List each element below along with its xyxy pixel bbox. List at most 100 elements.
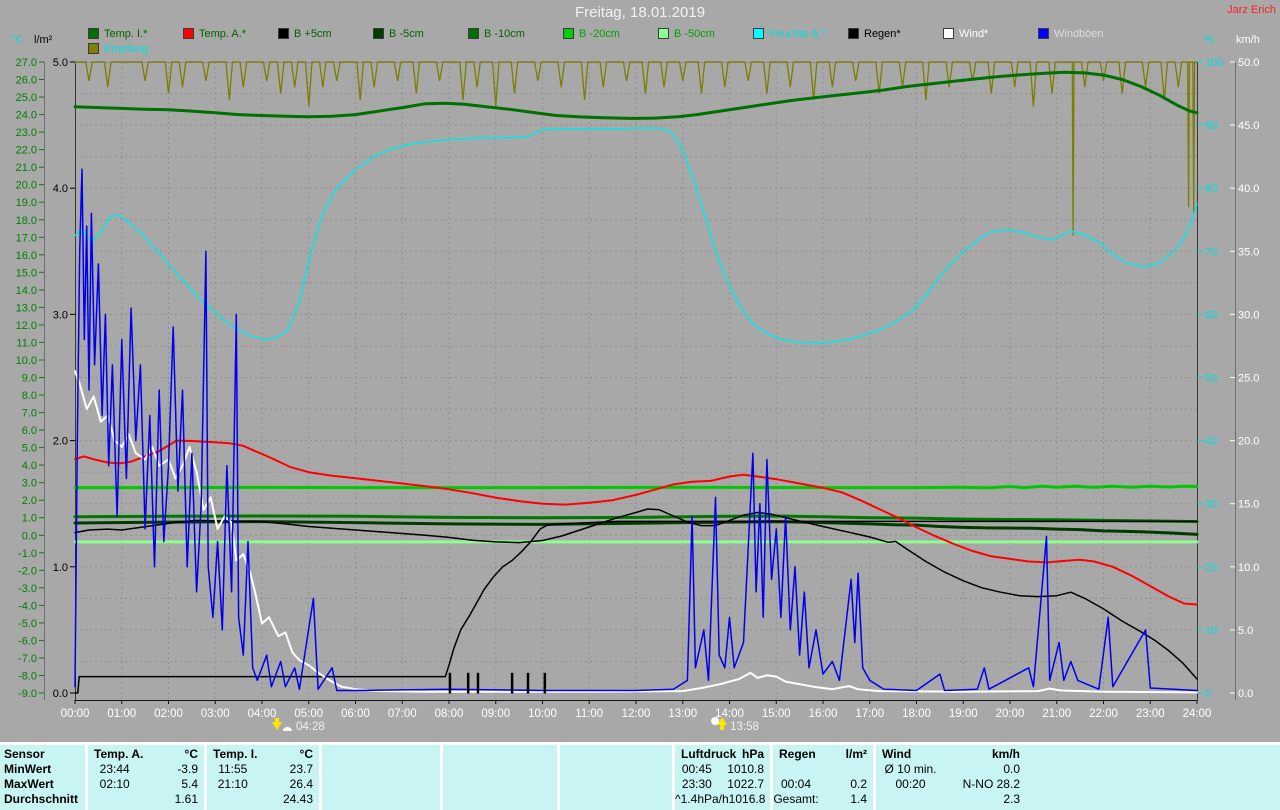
stats-value-row: Ø 10 min.0.0 — [876, 762, 1026, 777]
stats-time: 00:04 — [773, 777, 819, 792]
svg-text:-2.0: -2.0 — [18, 565, 37, 577]
stats-group-name: Regen — [773, 747, 816, 762]
svg-text:70: 70 — [1205, 246, 1217, 258]
svg-text:8.0: 8.0 — [22, 390, 37, 402]
stats-value-row: 2.3 — [876, 792, 1026, 807]
axis-ticks-temp: 27.026.025.024.023.022.021.020.019.018.0… — [16, 57, 44, 700]
stats-group-name — [560, 747, 566, 762]
stats-row-header: MinWert — [0, 762, 85, 777]
svg-text:16:00: 16:00 — [809, 708, 838, 720]
axis-ticks-hum: 1009080706050403020100 — [1198, 57, 1224, 700]
svg-text:45.0: 45.0 — [1238, 120, 1259, 132]
svg-text:00:00: 00:00 — [61, 708, 90, 720]
stats-row-header: Durchschnitt — [0, 792, 85, 807]
stats-time — [443, 762, 495, 777]
stats-group-temp-a-: Temp. A.°C23:44-3.902:105.41.61 — [88, 745, 204, 810]
svg-text:5.0: 5.0 — [1238, 625, 1253, 637]
svg-text:22:00: 22:00 — [1089, 708, 1118, 720]
svg-text:4.0: 4.0 — [53, 183, 68, 195]
svg-text:3.0: 3.0 — [53, 309, 68, 321]
svg-text:25.0: 25.0 — [16, 92, 37, 104]
svg-text:27.0: 27.0 — [16, 57, 37, 69]
svg-text:-5.0: -5.0 — [18, 618, 37, 630]
stats-time: 23:44 — [88, 762, 141, 777]
stats-value — [612, 762, 672, 777]
stats-value: 26.4 — [259, 777, 319, 792]
stats-row-header: Sensor — [0, 747, 85, 762]
stats-group-unit: hPa — [742, 747, 770, 762]
svg-text:04:28: 04:28 — [296, 721, 325, 733]
stats-time — [443, 777, 495, 792]
svg-text:80: 80 — [1205, 183, 1217, 195]
stats-row-header: MaxWert — [0, 777, 85, 792]
svg-text:6.0: 6.0 — [22, 425, 37, 437]
svg-text:19:00: 19:00 — [949, 708, 978, 720]
svg-text:4.0: 4.0 — [22, 460, 37, 472]
stats-time — [560, 777, 612, 792]
svg-text:10.0: 10.0 — [1238, 562, 1259, 574]
time-axis: 00:0001:0002:0003:0004:0005:0006:0007:00… — [61, 700, 1212, 720]
stats-group-unit — [434, 747, 440, 762]
svg-text:1.0: 1.0 — [22, 513, 37, 525]
stats-value: 1022.7 — [719, 777, 770, 792]
svg-text:23:00: 23:00 — [1136, 708, 1165, 720]
svg-text:03:00: 03:00 — [201, 708, 230, 720]
stats-group-name: Temp. A. — [88, 747, 143, 762]
stats-value: 1016.8 — [729, 792, 770, 807]
svg-text:17.0: 17.0 — [16, 232, 37, 244]
svg-text:13.0: 13.0 — [16, 302, 37, 314]
svg-text:-7.0: -7.0 — [18, 653, 37, 665]
stats-value-row: 23:44-3.9 — [88, 762, 204, 777]
svg-text:01:00: 01:00 — [107, 708, 136, 720]
series-b-m20 — [75, 486, 1197, 488]
stats-value: -3.9 — [141, 762, 204, 777]
stats-value: N-NO 28.2 — [945, 777, 1026, 792]
stats-time: 02:10 — [88, 777, 141, 792]
svg-text:20.0: 20.0 — [1238, 436, 1259, 448]
stats-value-row — [560, 762, 672, 777]
svg-text:3.0: 3.0 — [22, 478, 37, 490]
stats-value: 1.4 — [819, 792, 873, 807]
series-temp-i — [75, 72, 1197, 118]
svg-text:23.0: 23.0 — [16, 127, 37, 139]
stats-group-name: Luftdruck — [675, 747, 736, 762]
stats-value — [819, 762, 873, 777]
stats-value-row: 24.43 — [207, 792, 319, 807]
svg-text:40.0: 40.0 — [1238, 183, 1259, 195]
svg-text:19.0: 19.0 — [16, 197, 37, 209]
svg-text:04:00: 04:00 — [248, 708, 277, 720]
svg-text:21.0: 21.0 — [16, 162, 37, 174]
gridlines — [75, 62, 1197, 700]
svg-text:12:00: 12:00 — [622, 708, 651, 720]
stats-value: 0.0 — [945, 762, 1026, 777]
stats-row-headers: SensorMinWertMaxWertDurchschnitt — [0, 745, 85, 810]
stats-value: 23.7 — [259, 762, 319, 777]
svg-text:50.0: 50.0 — [1238, 57, 1259, 69]
svg-text:14.0: 14.0 — [16, 285, 37, 297]
svg-text:10:00: 10:00 — [528, 708, 557, 720]
stats-time — [560, 792, 612, 807]
svg-text:12.0: 12.0 — [16, 320, 37, 332]
stats-time — [207, 792, 259, 807]
chart-plot-area: 27.026.025.024.023.022.021.020.019.018.0… — [0, 0, 1280, 742]
svg-text:5.0: 5.0 — [53, 57, 68, 69]
stats-time — [560, 762, 612, 777]
stats-value-row: ^1.4hPa/h1016.8 — [675, 792, 770, 807]
stats-value: 5.4 — [141, 777, 204, 792]
svg-text:-8.0: -8.0 — [18, 671, 37, 683]
stats-time — [322, 762, 376, 777]
stats-value-row: 00:040.2 — [773, 777, 873, 792]
svg-text:-3.0: -3.0 — [18, 583, 37, 595]
stats-value-row — [773, 762, 873, 777]
stats-time — [88, 792, 141, 807]
stats-value-row — [443, 777, 557, 792]
stats-group-temp-i-: Temp. I.°C11:5523.721:1026.424.43 — [207, 745, 319, 810]
stats-value-row — [443, 792, 557, 807]
svg-text:24.0: 24.0 — [16, 110, 37, 122]
stats-group-name — [322, 747, 328, 762]
stats-time: 00:20 — [876, 777, 945, 792]
stats-group-name: Wind — [876, 747, 911, 762]
stats-value: 24.43 — [259, 792, 319, 807]
stats-value-row: Gesamt:1.4 — [773, 792, 873, 807]
axis-ticks-rain: 5.04.03.02.01.00.0 — [53, 57, 75, 700]
